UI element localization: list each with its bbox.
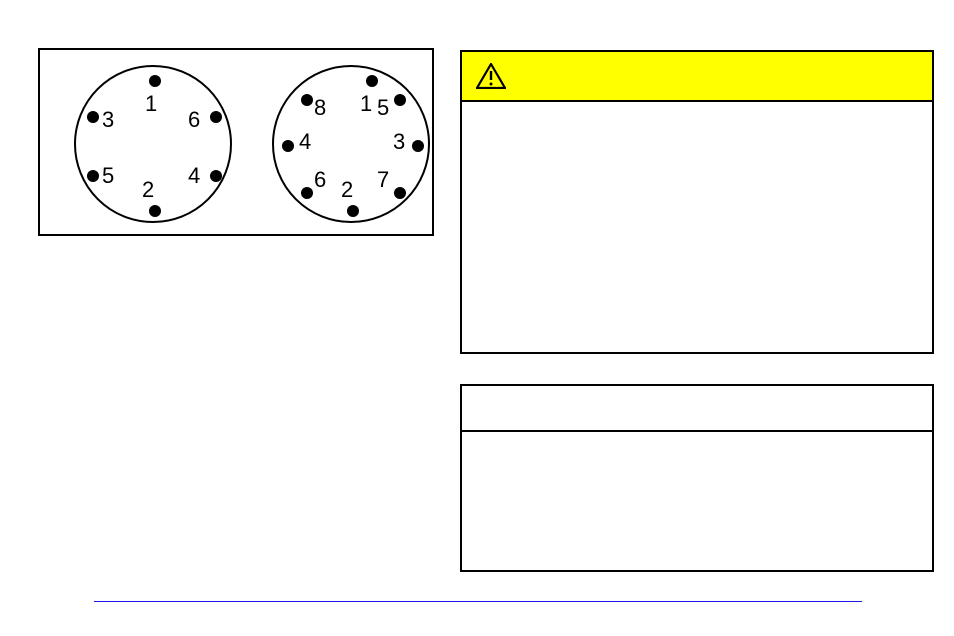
warning-panel	[460, 50, 934, 354]
pattern-label: 5	[102, 163, 114, 189]
dot	[87, 111, 99, 123]
pattern-circle-6: 1 2 3 4 5 6	[74, 65, 232, 223]
pattern-label: 1	[360, 91, 372, 117]
pattern-label: 3	[393, 129, 405, 155]
warning-header	[462, 52, 932, 102]
info-header	[462, 386, 932, 432]
pattern-label: 2	[142, 177, 154, 203]
dot	[394, 94, 406, 106]
dot	[210, 111, 222, 123]
footer-divider	[94, 601, 862, 602]
pattern-label: 3	[102, 107, 114, 133]
pattern-label: 6	[314, 167, 326, 193]
dot	[87, 170, 99, 182]
dot	[301, 94, 313, 106]
pattern-label: 6	[188, 107, 200, 133]
dot	[149, 205, 161, 217]
bolt-pattern-diagram: 1 2 3 4 5 6 1 2 3 4 5 6 7 8	[38, 48, 434, 236]
dot	[210, 170, 222, 182]
pattern-label: 1	[145, 91, 157, 117]
pattern-label: 2	[341, 177, 353, 203]
pattern-label: 4	[188, 163, 200, 189]
dot	[366, 75, 378, 87]
dot	[412, 140, 424, 152]
warning-triangle-icon	[476, 63, 506, 89]
info-panel	[460, 384, 934, 572]
pattern-label: 8	[314, 95, 326, 121]
dot	[394, 187, 406, 199]
pattern-label: 7	[377, 167, 389, 193]
pattern-label: 4	[299, 129, 311, 155]
dot	[301, 187, 313, 199]
dot	[149, 75, 161, 87]
dot	[347, 205, 359, 217]
dot	[282, 140, 294, 152]
pattern-label: 5	[377, 95, 389, 121]
pattern-circle-8: 1 2 3 4 5 6 7 8	[272, 65, 430, 223]
